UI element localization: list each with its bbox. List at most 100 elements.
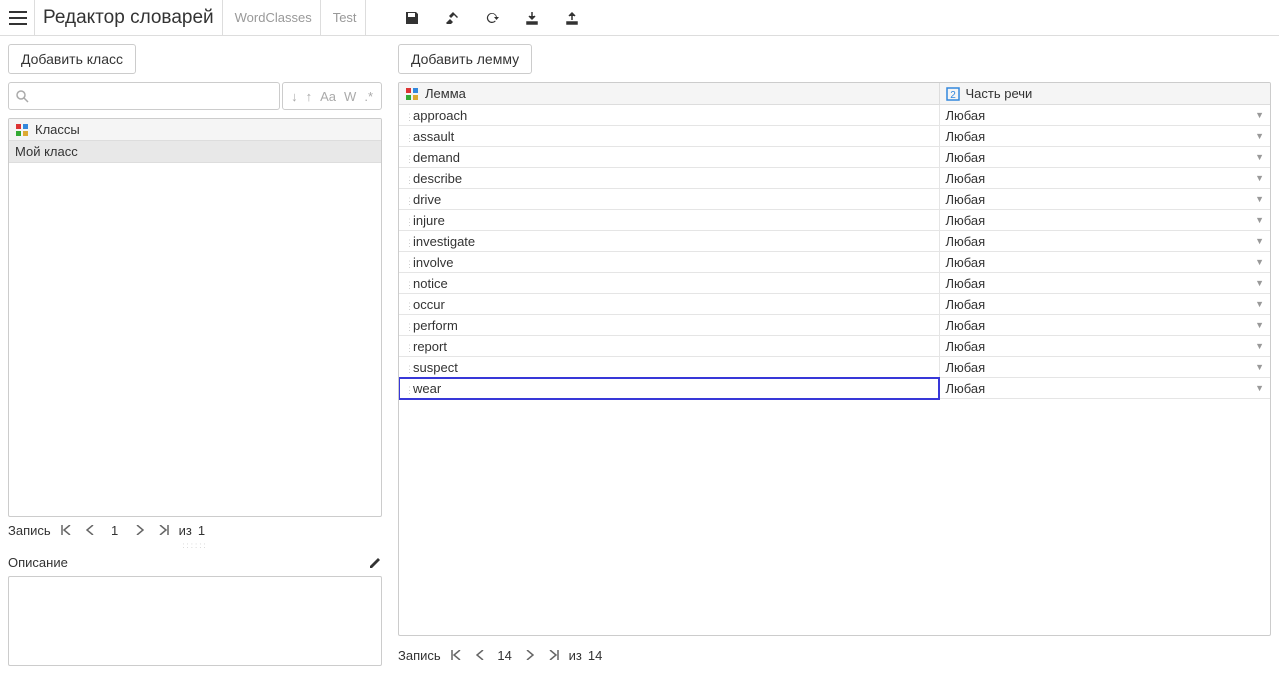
save-button[interactable] <box>394 0 430 36</box>
row-grip[interactable]: ⋮ <box>405 385 413 396</box>
lemma-cell[interactable]: ⋮injure <box>399 210 939 231</box>
left-pane: Добавить класс ↓ ↑ Aa W .* Классы Мой кл… <box>0 36 390 674</box>
pos-cell[interactable]: Любая▼ <box>939 357 1270 378</box>
search-case-toggle[interactable]: Aa <box>318 89 338 104</box>
lemma-cell[interactable]: ⋮approach <box>399 105 939 126</box>
lemma-cell[interactable]: ⋮occur <box>399 294 939 315</box>
row-grip[interactable]: ⋮ <box>405 154 413 165</box>
pos-cell[interactable]: Любая▼ <box>939 105 1270 126</box>
pos-cell[interactable]: Любая▼ <box>939 147 1270 168</box>
import-button[interactable] <box>514 0 550 36</box>
description-box[interactable] <box>8 576 382 666</box>
pos-cell[interactable]: Любая▼ <box>939 273 1270 294</box>
lemma-cell[interactable]: ⋮report <box>399 336 939 357</box>
pos-cell[interactable]: Любая▼ <box>939 378 1270 399</box>
export-button[interactable] <box>554 0 590 36</box>
lemma-cell[interactable]: ⋮suspect <box>399 357 939 378</box>
row-grip[interactable]: ⋮ <box>405 301 413 312</box>
lemma-cell[interactable]: ⋮drive <box>399 189 939 210</box>
next-page-button[interactable] <box>131 521 149 539</box>
current-page[interactable]: 1 <box>105 523 125 538</box>
table-row[interactable]: ⋮injureЛюбая▼ <box>399 210 1270 231</box>
table-row[interactable]: ⋮assaultЛюбая▼ <box>399 126 1270 147</box>
pos-cell[interactable]: Любая▼ <box>939 252 1270 273</box>
row-grip[interactable]: ⋮ <box>405 343 413 354</box>
pos-text: Любая <box>946 171 986 186</box>
search-input[interactable] <box>8 82 280 110</box>
last-page-button[interactable] <box>155 521 173 539</box>
chevron-down-icon: ▼ <box>1255 215 1264 225</box>
pos-cell[interactable]: Любая▼ <box>939 336 1270 357</box>
breadcrumb-test[interactable]: Test <box>325 0 366 35</box>
row-grip[interactable]: ⋮ <box>405 217 413 228</box>
row-grip[interactable]: ⋮ <box>405 259 413 270</box>
lemma-column-header[interactable]: Лемма <box>399 83 939 105</box>
search-options: ↓ ↑ Aa W .* <box>282 82 382 110</box>
table-row[interactable]: ⋮describeЛюбая▼ <box>399 168 1270 189</box>
table-row[interactable]: ⋮involveЛюбая▼ <box>399 252 1270 273</box>
lemma-text: describe <box>413 171 462 186</box>
row-grip[interactable]: ⋮ <box>405 280 413 291</box>
lemma-text: demand <box>413 150 460 165</box>
row-grip[interactable]: ⋮ <box>405 133 413 144</box>
last-icon <box>159 525 169 535</box>
lemma-cell[interactable]: ⋮demand <box>399 147 939 168</box>
first-page-button[interactable] <box>57 521 75 539</box>
table-row[interactable]: ⋮driveЛюбая▼ <box>399 189 1270 210</box>
lemma-cell[interactable]: ⋮perform <box>399 315 939 336</box>
save-icon <box>404 10 420 26</box>
row-grip[interactable]: ⋮ <box>405 175 413 186</box>
pos-column-header[interactable]: 2 Часть речи <box>939 83 1270 105</box>
next-page-button[interactable] <box>521 646 539 664</box>
lemma-cell[interactable]: ⋮investigate <box>399 231 939 252</box>
lemma-cell[interactable]: ⋮assault <box>399 126 939 147</box>
first-page-button[interactable] <box>447 646 465 664</box>
row-grip[interactable]: ⋮ <box>405 112 413 123</box>
search-regex-toggle[interactable]: .* <box>362 89 375 104</box>
pos-cell[interactable]: Любая▼ <box>939 189 1270 210</box>
row-grip[interactable]: ⋮ <box>405 322 413 333</box>
prev-page-button[interactable] <box>81 521 99 539</box>
pos-cell[interactable]: Любая▼ <box>939 210 1270 231</box>
row-grip[interactable]: ⋮ <box>405 238 413 249</box>
erase-button[interactable] <box>434 0 470 36</box>
table-row[interactable]: ⋮approachЛюбая▼ <box>399 105 1270 126</box>
table-row[interactable]: ⋮occurЛюбая▼ <box>399 294 1270 315</box>
prev-page-button[interactable] <box>471 646 489 664</box>
lemma-cell[interactable]: ⋮describe <box>399 168 939 189</box>
refresh-button[interactable] <box>474 0 510 36</box>
table-row[interactable]: ⋮investigateЛюбая▼ <box>399 231 1270 252</box>
pos-cell[interactable]: Любая▼ <box>939 231 1270 252</box>
last-page-button[interactable] <box>545 646 563 664</box>
table-row[interactable]: ⋮reportЛюбая▼ <box>399 336 1270 357</box>
hamburger-menu[interactable] <box>6 6 30 30</box>
table-row[interactable]: ⋮demandЛюбая▼ <box>399 147 1270 168</box>
table-row[interactable]: ⋮wearЛюбая▼ <box>399 378 1270 399</box>
pos-cell[interactable]: Любая▼ <box>939 294 1270 315</box>
breadcrumb-wordclasses[interactable]: WordClasses <box>227 0 321 35</box>
pos-cell[interactable]: Любая▼ <box>939 315 1270 336</box>
table-row[interactable]: ⋮performЛюбая▼ <box>399 315 1270 336</box>
lemma-cell[interactable]: ⋮involve <box>399 252 939 273</box>
search-prev-button[interactable]: ↑ <box>304 89 315 104</box>
lemma-text: perform <box>413 318 458 333</box>
current-page[interactable]: 14 <box>495 648 515 663</box>
lemma-text: drive <box>413 192 441 207</box>
class-row[interactable]: Мой класс <box>9 141 381 163</box>
pos-cell[interactable]: Любая▼ <box>939 168 1270 189</box>
row-grip[interactable]: ⋮ <box>405 196 413 207</box>
lemma-cell[interactable]: ⋮wear <box>399 378 939 399</box>
table-row[interactable]: ⋮suspectЛюбая▼ <box>399 357 1270 378</box>
search-next-button[interactable]: ↓ <box>289 89 300 104</box>
add-lemma-button[interactable]: Добавить лемму <box>398 44 532 74</box>
search-wholeword-toggle[interactable]: W <box>342 89 358 104</box>
search-icon <box>15 89 29 103</box>
row-grip[interactable]: ⋮ <box>405 364 413 375</box>
pos-text: Любая <box>946 276 986 291</box>
pos-cell[interactable]: Любая▼ <box>939 126 1270 147</box>
lemma-cell[interactable]: ⋮notice <box>399 273 939 294</box>
edit-description-button[interactable] <box>368 556 382 570</box>
table-row[interactable]: ⋮noticeЛюбая▼ <box>399 273 1270 294</box>
add-class-button[interactable]: Добавить класс <box>8 44 136 74</box>
search-row: ↓ ↑ Aa W .* <box>8 82 382 110</box>
